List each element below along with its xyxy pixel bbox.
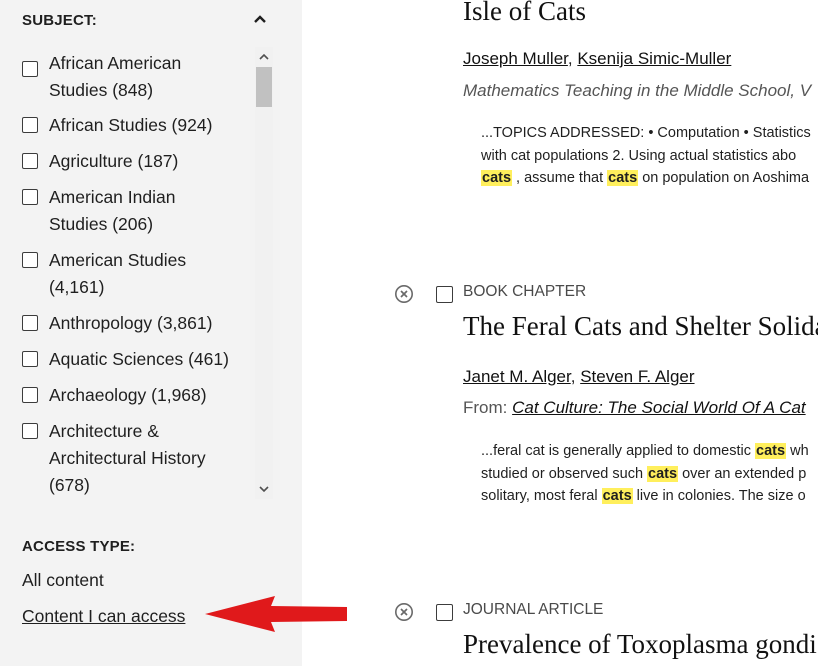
content-i-can-access-link[interactable]: Content I can access [22, 606, 185, 627]
remove-icon[interactable] [394, 284, 414, 304]
document-type: JOURNAL ARTICLE [463, 601, 604, 618]
result-checkbox[interactable] [436, 286, 453, 303]
all-content-link[interactable]: All content [22, 570, 104, 591]
author-link[interactable]: Ksenija Simic-Muller [577, 49, 731, 68]
subject-label: Anthropology (3,861) [49, 313, 213, 333]
result-checkbox[interactable] [436, 604, 453, 621]
subject-checkbox[interactable] [22, 252, 38, 268]
document-type: BOOK CHAPTER [463, 283, 587, 300]
subject-checkbox[interactable] [22, 387, 38, 403]
result-title[interactable]: Isle of Cats [463, 0, 586, 27]
subject-label: Architecture & Architectural History (678) [49, 421, 206, 495]
subject-label: African Studies (924) [49, 115, 213, 135]
subject-checkbox[interactable] [22, 153, 38, 169]
subject-checkbox[interactable] [22, 189, 38, 205]
author-link[interactable]: Joseph Muller [463, 49, 568, 68]
subject-label: American Studies (4,161) [49, 250, 187, 297]
scrollbar-thumb[interactable] [256, 67, 272, 107]
scroll-up-icon[interactable] [255, 49, 273, 65]
subject-checkbox[interactable] [22, 351, 38, 367]
scroll-down-icon[interactable] [255, 481, 273, 497]
author-link[interactable]: Steven F. Alger [580, 367, 694, 386]
access-type-heading: ACCESS TYPE: [22, 538, 136, 555]
result-source: Mathematics Teaching in the Middle Schoo… [463, 81, 812, 100]
result-authors: Janet M. Alger, Steven F. Alger [463, 367, 695, 386]
result-authors: Joseph Muller, Ksenija Simic-Muller [463, 49, 732, 68]
source-link[interactable]: Cat Culture: The Social World Of A Cat [512, 398, 806, 417]
remove-icon[interactable] [394, 602, 414, 622]
subject-label: Aquatic Sciences (461) [49, 349, 229, 369]
subject-label: Archaeology (1,968) [49, 385, 207, 405]
result-snippet: ...TOPICS ADDRESSED: • Computation • Sta… [481, 125, 811, 186]
subject-label: African American Studies (848) [49, 53, 182, 100]
subject-scrollbar[interactable] [255, 47, 273, 499]
subject-checkbox[interactable] [22, 315, 38, 331]
result-title[interactable]: Prevalence of Toxoplasma gondi [463, 629, 817, 660]
subject-checkbox[interactable] [22, 423, 38, 439]
result-source: From: Cat Culture: The Social World Of A… [463, 398, 806, 417]
author-link[interactable]: Janet M. Alger [463, 367, 571, 386]
red-arrow-annotation [205, 596, 347, 632]
subject-label: Agriculture (187) [49, 151, 179, 171]
result-title[interactable]: The Feral Cats and Shelter Solida [463, 311, 818, 342]
subject-checkbox[interactable] [22, 61, 38, 77]
subject-label: American Indian Studies (206) [49, 187, 176, 234]
filter-sidebar: SUBJECT: African American Studies (848) A… [0, 0, 302, 666]
subject-checkbox[interactable] [22, 117, 38, 133]
subject-heading: SUBJECT: [22, 12, 97, 29]
result-snippet: ...feral cat is generally applied to dom… [481, 443, 809, 504]
chevron-up-icon[interactable] [252, 11, 268, 27]
